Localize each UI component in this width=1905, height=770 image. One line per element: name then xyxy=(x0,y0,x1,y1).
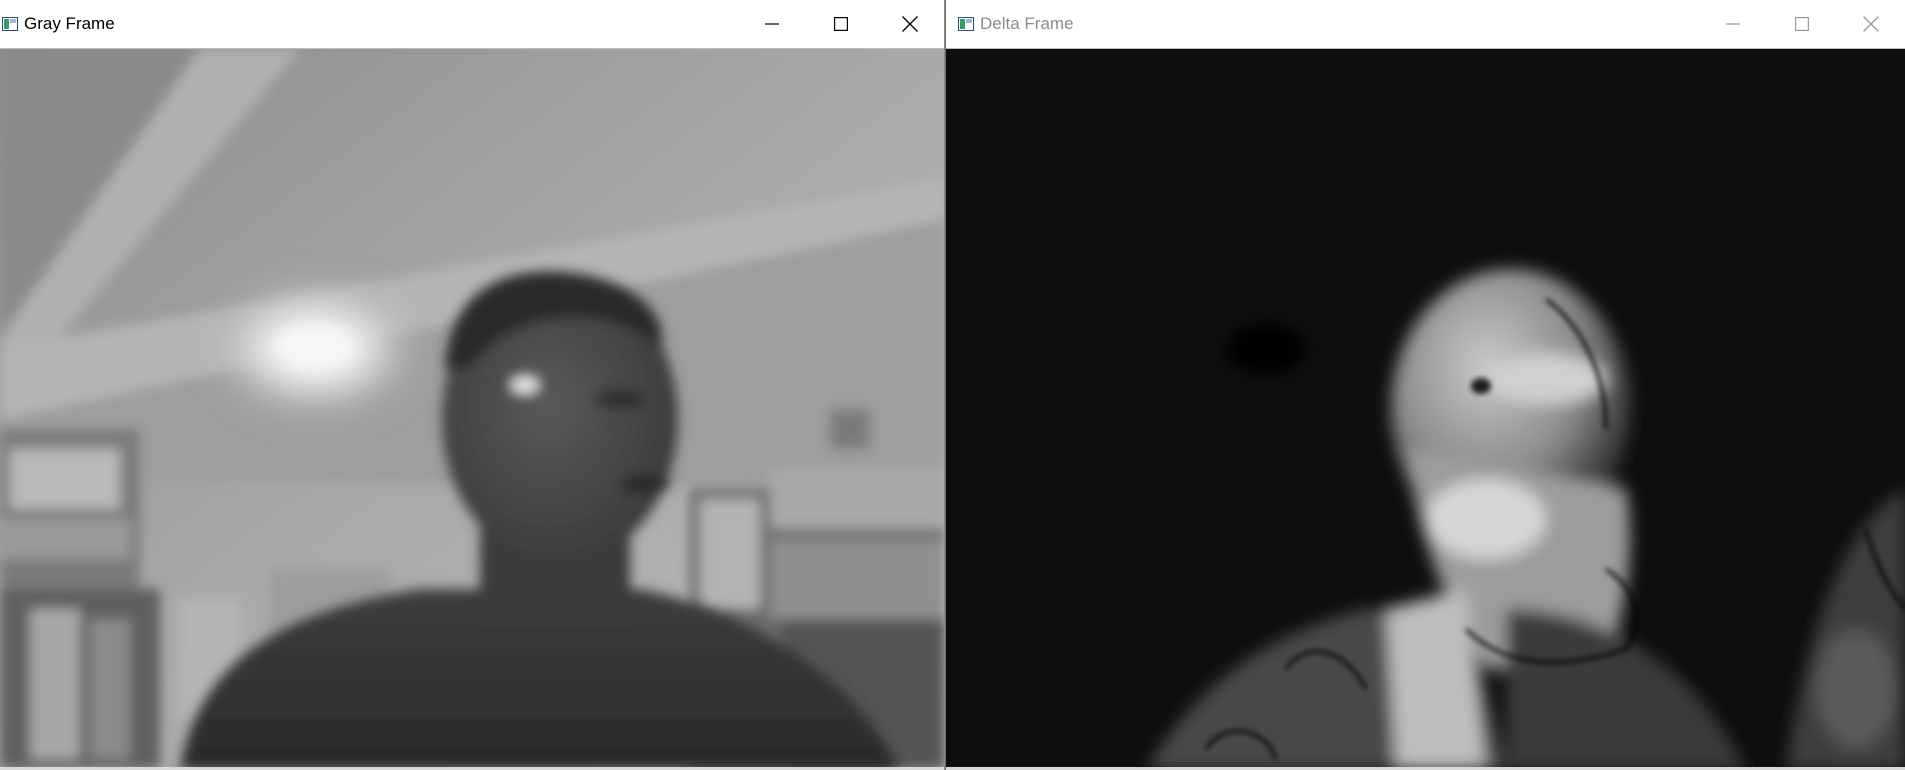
close-icon xyxy=(1862,15,1879,32)
minimize-button[interactable] xyxy=(1698,0,1767,47)
maximize-icon xyxy=(833,16,848,31)
app-icon xyxy=(2,17,18,31)
maximize-button[interactable] xyxy=(806,0,875,47)
delta-video-frame xyxy=(946,49,1905,770)
minimize-icon xyxy=(1725,22,1740,25)
window-title: Delta Frame xyxy=(980,14,1074,33)
window-title: Gray Frame xyxy=(24,14,115,33)
gray-frame-window[interactable]: Gray Frame xyxy=(0,0,945,770)
title-bar[interactable]: Delta Frame xyxy=(946,0,1905,49)
delta-frame-window[interactable]: Delta Frame xyxy=(945,0,1905,770)
grayscale-camera-image xyxy=(0,49,944,770)
gray-video-frame xyxy=(0,49,944,770)
maximize-icon xyxy=(1794,16,1809,31)
maximize-button[interactable] xyxy=(1767,0,1836,47)
minimize-button[interactable] xyxy=(737,0,806,47)
title-bar[interactable]: Gray Frame xyxy=(0,0,944,49)
close-button[interactable] xyxy=(1836,0,1905,47)
close-button[interactable] xyxy=(875,0,944,47)
close-icon xyxy=(901,15,918,32)
delta-difference-image xyxy=(946,49,1905,770)
app-icon xyxy=(958,17,974,31)
minimize-icon xyxy=(764,22,779,25)
